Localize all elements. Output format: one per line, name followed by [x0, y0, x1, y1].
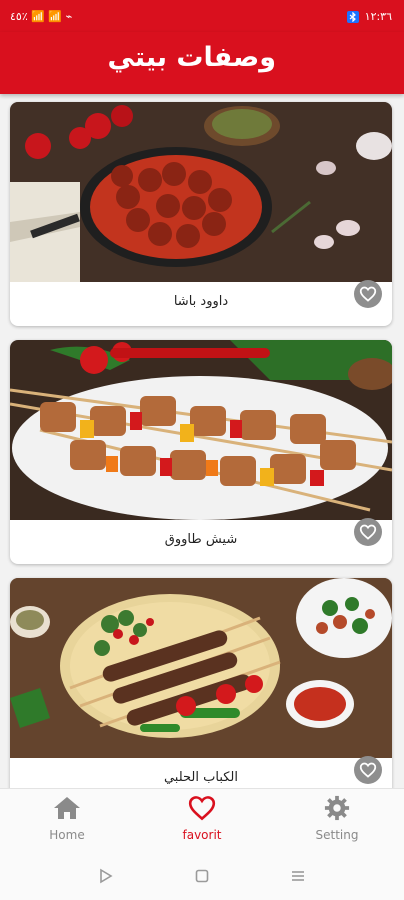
nav-setting-label: Setting [315, 828, 359, 842]
heart-icon [359, 524, 377, 540]
recipe-name: الكباب الحلبي [163, 770, 239, 785]
bottom-navigation: Home favorit Setting [0, 788, 404, 852]
home-system-button[interactable] [192, 866, 212, 886]
system-navigation-bar [0, 852, 404, 900]
heart-icon [359, 762, 377, 778]
back-triangle-icon [100, 868, 113, 884]
favorite-button[interactable] [354, 756, 382, 784]
status-bar: ٤٥٪ 📶 📶 ⌁ ١٢:٣٦ [0, 0, 404, 32]
recipe-image [10, 578, 392, 758]
status-right: ١٢:٣٦ [346, 10, 392, 23]
recipe-name: شيش طاووق [164, 532, 238, 547]
recipe-image [10, 340, 392, 520]
favorite-button[interactable] [354, 518, 382, 546]
recents-button[interactable] [288, 866, 308, 886]
favorite-button[interactable] [354, 280, 382, 308]
recipe-image [10, 102, 392, 282]
square-icon [195, 869, 209, 883]
status-indicators: ٤٥٪ 📶 📶 ⌁ [10, 10, 73, 23]
status-time: ١٢:٣٦ [364, 10, 392, 23]
bluetooth-icon [346, 10, 359, 23]
app-bar: وصفات بيتي [0, 32, 404, 94]
heart-icon [359, 286, 377, 302]
recipe-name: داوود باشا [173, 294, 229, 309]
recipe-card[interactable]: داوود باشا [10, 102, 392, 326]
status-left: ٤٥٪ 📶 📶 ⌁ [10, 10, 72, 23]
home-icon [54, 797, 80, 819]
nav-favorit[interactable]: favorit [157, 795, 247, 847]
back-button[interactable] [96, 866, 116, 886]
nav-home[interactable]: Home [22, 795, 112, 847]
page-title: وصفات بيتي [107, 42, 276, 73]
nav-home-label: Home [49, 828, 85, 842]
gear-icon [324, 795, 350, 821]
nav-setting[interactable]: Setting [292, 795, 382, 847]
recipe-list[interactable]: داوود باشا شيش طاووق الكباب الحلبي [0, 94, 404, 788]
recipe-card[interactable]: شيش طاووق [10, 340, 392, 564]
nav-favorit-label: favorit [182, 828, 222, 842]
recipe-card[interactable]: الكباب الحلبي [10, 578, 392, 788]
menu-lines-icon [292, 871, 304, 881]
heart-icon [188, 796, 216, 821]
